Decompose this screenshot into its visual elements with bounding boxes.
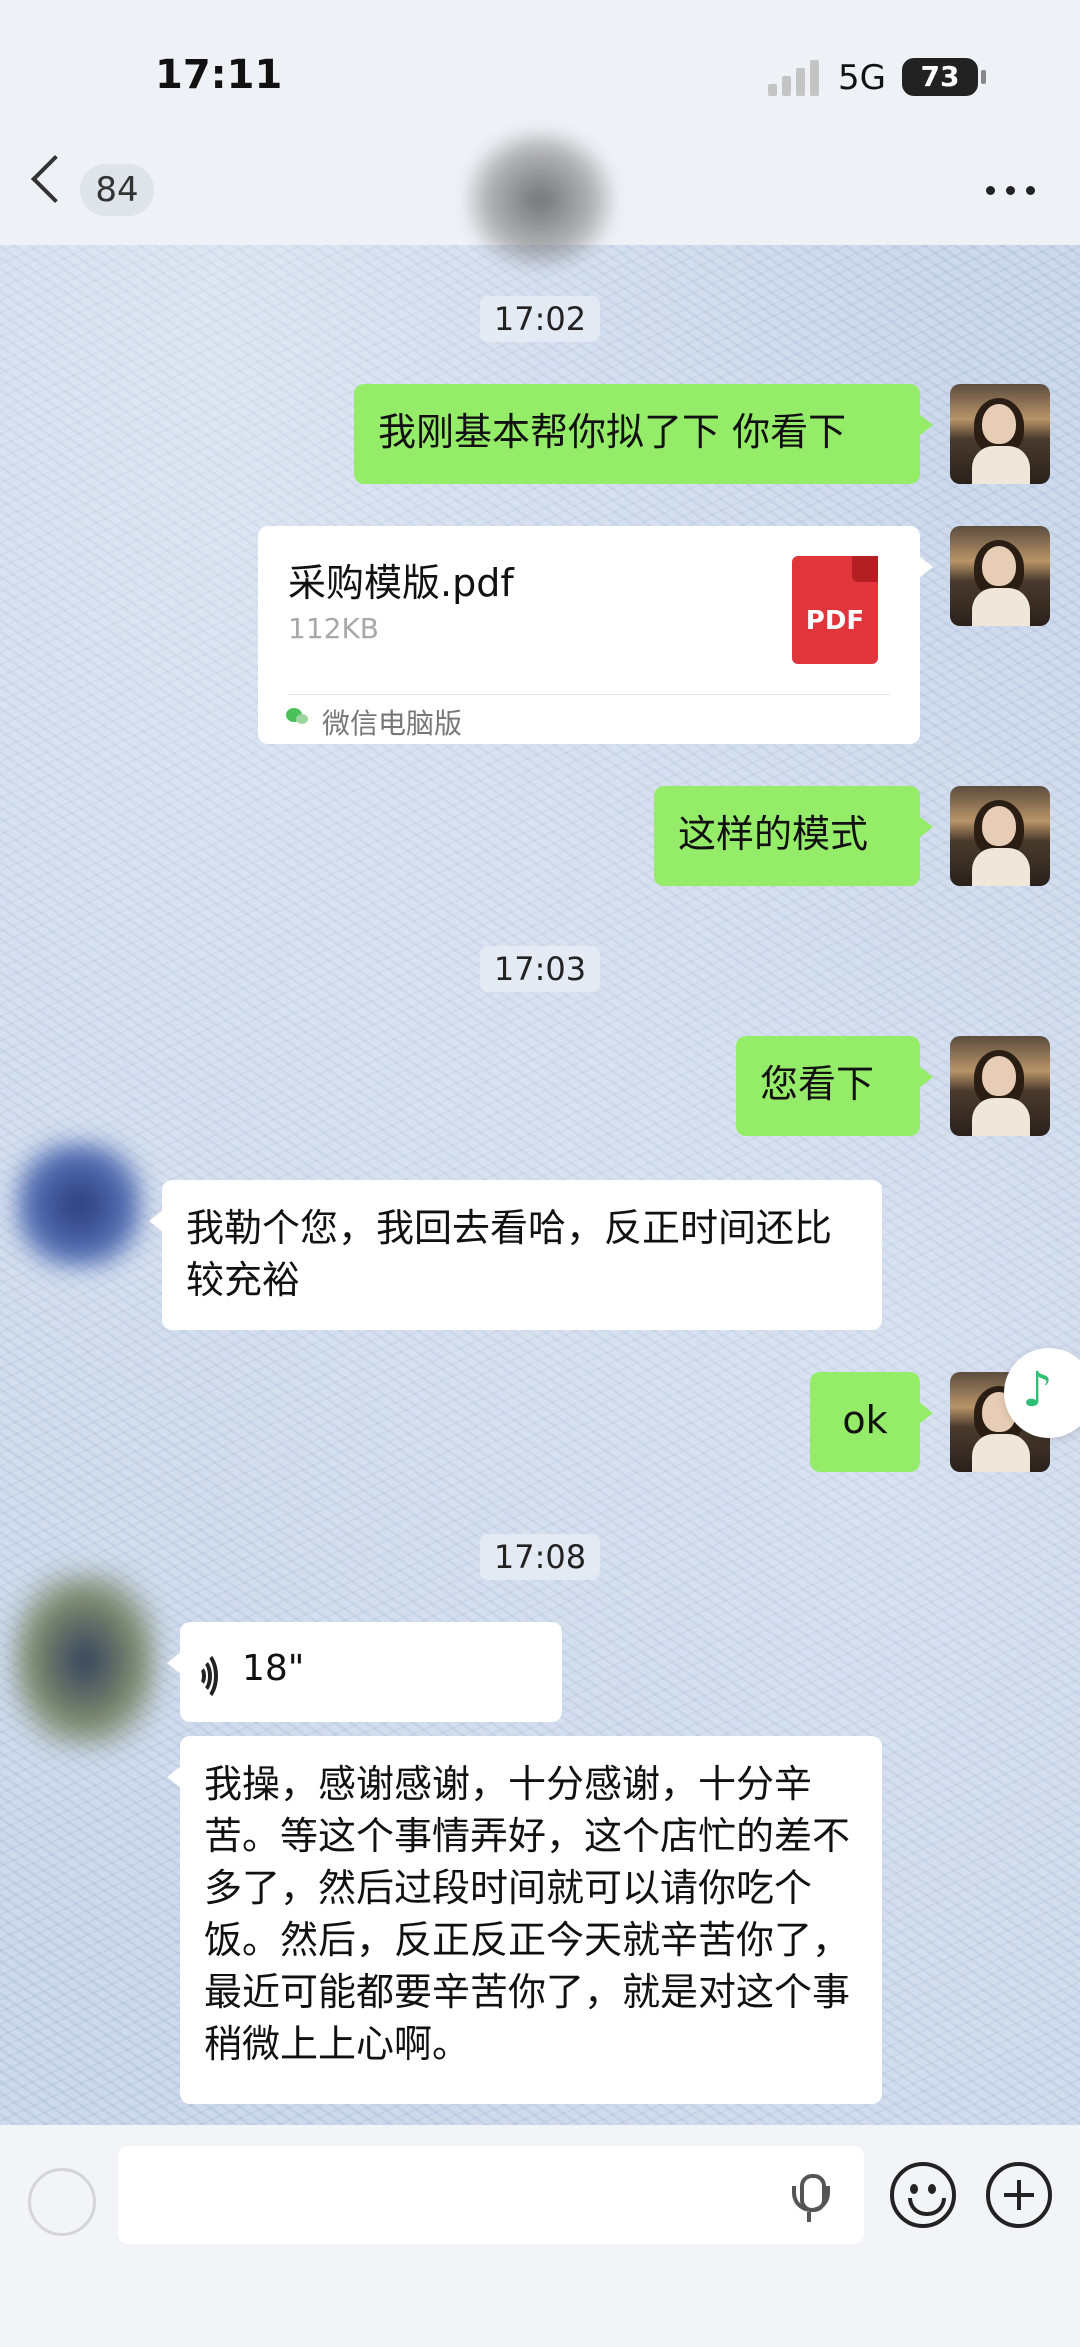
divider (288, 694, 890, 695)
my-avatar[interactable] (950, 526, 1050, 626)
message-bubble-received[interactable]: 我操，感谢感谢，十分感谢，十分辛苦。等这个事情弄好，这个店忙的差不多了，然后过段… (167, 1736, 882, 2104)
contact-avatar-redacted[interactable] (14, 1140, 144, 1270)
message-bubble-sent[interactable]: 这样的模式 (654, 786, 933, 886)
network-type: 5G (838, 58, 886, 98)
timestamp: 17:02 (479, 296, 601, 342)
chat-title-redacted (465, 130, 615, 270)
file-message-card[interactable]: 采购模版.pdf 112KB PDF 微信电脑版 (258, 526, 933, 744)
plus-icon[interactable] (986, 2162, 1052, 2228)
contact-avatar-redacted[interactable] (10, 1570, 160, 1750)
microphone-icon[interactable] (790, 2174, 830, 2222)
unread-count-badge[interactable]: 84 (80, 164, 154, 216)
pdf-icon: PDF (792, 556, 878, 664)
more-icon[interactable] (982, 186, 1042, 196)
file-name: 采购模版.pdf (288, 561, 514, 605)
my-avatar[interactable] (950, 1036, 1050, 1136)
timestamp: 17:08 (479, 1534, 601, 1580)
message-bubble-sent[interactable]: ok (810, 1372, 933, 1472)
message-input[interactable] (118, 2146, 864, 2244)
voice-message[interactable]: 18" (167, 1622, 562, 1722)
message-bubble-sent[interactable]: 您看下 (736, 1036, 933, 1136)
file-size: 112KB (288, 612, 380, 645)
message-bubble-sent[interactable]: 我刚基本帮你拟了下 你看下 (354, 384, 933, 484)
voice-wave-icon (194, 1650, 230, 1702)
battery-indicator: 73 (902, 58, 986, 96)
voice-duration: 18" (242, 1648, 305, 1689)
message-bubble-received[interactable]: 我勒个您，我回去看哈，反正时间还比较充裕 (149, 1180, 882, 1330)
voice-toggle-icon[interactable] (28, 2168, 96, 2236)
timestamp: 17:03 (479, 946, 601, 992)
file-source-label: 微信电脑版 (322, 707, 463, 740)
my-avatar[interactable] (950, 786, 1050, 886)
status-time: 17:11 (155, 52, 283, 98)
wechat-icon (286, 706, 310, 728)
signal-icon (768, 58, 828, 96)
emoji-icon[interactable] (890, 2162, 956, 2228)
my-avatar[interactable] (950, 384, 1050, 484)
